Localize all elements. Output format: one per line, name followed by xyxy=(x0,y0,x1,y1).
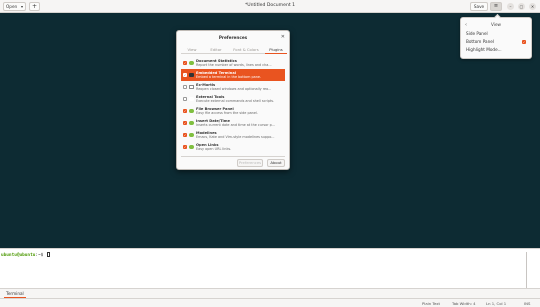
plugin-icon xyxy=(189,60,194,65)
header-bar: Open ▾ + *Untitled Document 1 Save ≡ – ▢… xyxy=(0,0,540,13)
dialog-footer: Preferences About xyxy=(181,156,285,167)
plugin-description: Embed a terminal in the bottom pane. xyxy=(196,75,262,79)
plugin-name: Document Statistics xyxy=(196,58,237,63)
checkbox-checked-icon[interactable]: ✓ xyxy=(522,39,526,44)
plugin-icon xyxy=(189,96,194,101)
language-selector[interactable]: Plain Text xyxy=(422,300,440,307)
plugin-row-ex-mortis[interactable]: Ex-Mortis Reopen closed windows and opti… xyxy=(181,81,285,93)
back-arrow-icon[interactable]: ‹ xyxy=(465,22,467,28)
status-bar: Plain Text Tab Width: 4 Ln 1, Col 1 INS xyxy=(0,298,540,307)
checkbox-checked-icon[interactable]: ✓ xyxy=(183,144,187,149)
plugin-row-embedded-terminal[interactable]: ✓ Embedded Terminal Embed a terminal in … xyxy=(181,69,285,81)
insert-mode-indicator: INS xyxy=(524,301,531,306)
close-icon[interactable]: ✕ xyxy=(281,34,285,40)
plugin-row-modelines[interactable]: ✓ Modelines Emacs, Kate and Vim-style mo… xyxy=(181,129,285,141)
plugin-row-file-browser-panel[interactable]: ✓ File Browser Panel Easy file access fr… xyxy=(181,105,285,117)
preferences-dialog: Preferences ✕ View Editor Font & Colors … xyxy=(176,30,290,170)
checkbox-checked-icon[interactable]: ✓ xyxy=(183,72,187,77)
window-icon xyxy=(189,84,194,89)
menu-item-bottom-panel[interactable]: Bottom Panel ✓ xyxy=(466,38,527,45)
checkbox-unchecked-icon[interactable] xyxy=(183,96,187,101)
plugin-description: Execute external commands and shell scri… xyxy=(196,99,275,103)
checkbox-checked-icon[interactable]: ✓ xyxy=(183,132,187,137)
checkbox-unchecked-icon[interactable] xyxy=(183,84,187,89)
terminal-icon xyxy=(189,72,194,77)
checkbox-checked-icon[interactable]: ✓ xyxy=(183,108,187,113)
plugin-preferences-button[interactable]: Preferences xyxy=(237,159,263,167)
tab-plugins[interactable]: Plugins xyxy=(265,45,287,54)
plugin-description: Easy open URL links. xyxy=(196,147,232,151)
view-popover-header: ‹ View xyxy=(461,22,531,28)
terminal-prompt: ubuntu@ubuntu:~$ xyxy=(1,252,50,258)
menu-item-label: Highlight Mode... xyxy=(466,47,502,52)
terminal-user-host: ubuntu@ubuntu xyxy=(1,253,36,258)
terminal-scrollbar[interactable] xyxy=(525,252,527,288)
minimize-icon[interactable]: – xyxy=(507,3,514,10)
view-popover-title: View xyxy=(491,22,501,27)
tab-font-colors[interactable]: Font & Colors xyxy=(229,45,263,54)
plugin-row-open-links[interactable]: ✓ Open Links Easy open URL links. xyxy=(181,141,285,153)
menu-item-highlight-mode[interactable]: Highlight Mode... xyxy=(466,46,527,53)
plugin-name: Embedded Terminal xyxy=(196,70,236,75)
menu-item-side-panel[interactable]: Side Panel xyxy=(466,30,527,37)
checkbox-checked-icon[interactable]: ✓ xyxy=(183,60,187,65)
plugin-name: External Tools xyxy=(196,94,225,99)
plugin-icon xyxy=(189,120,194,125)
menu-item-label: Side Panel xyxy=(466,31,488,36)
document-title: *Untitled Document 1 xyxy=(244,3,296,8)
tab-terminal[interactable]: Terminal xyxy=(4,289,26,298)
terminal-cursor xyxy=(46,252,50,257)
plugin-description: Inserts current date and time at the cur… xyxy=(196,123,276,127)
plugin-name: Ex-Mortis xyxy=(196,82,216,87)
about-button[interactable]: About xyxy=(267,159,285,167)
plugin-description: Report the number of words, lines and ch… xyxy=(196,63,272,67)
hamburger-menu-icon[interactable]: ≡ xyxy=(490,2,502,11)
plugin-name: Open Links xyxy=(196,142,219,147)
terminal-path: :~$ xyxy=(35,253,44,258)
save-button[interactable]: Save xyxy=(470,2,488,11)
plugin-description: Easy file access from the side panel. xyxy=(196,111,258,115)
plugin-name: Insert Date/Time xyxy=(196,118,230,123)
plugin-row-insert-date-time[interactable]: ✓ Insert Date/Time Inserts current date … xyxy=(181,117,285,129)
tab-view[interactable]: View xyxy=(181,45,203,54)
cursor-position[interactable]: Ln 1, Col 1 xyxy=(486,300,506,307)
plugin-description: Reopen closed windows and optionally reo… xyxy=(196,87,272,91)
preferences-tabs: View Editor Font & Colors Plugins xyxy=(181,45,287,54)
plugin-name: Modelines xyxy=(196,130,217,135)
bottom-panel-tabs: Terminal xyxy=(0,288,540,298)
plugin-icon xyxy=(189,132,194,137)
plugin-row-document-statistics[interactable]: ✓ Document Statistics Report the number … xyxy=(181,57,285,69)
plugin-name: File Browser Panel xyxy=(196,106,234,111)
plugin-icon xyxy=(189,108,194,113)
dialog-title: Preferences xyxy=(218,35,248,40)
close-icon[interactable]: ✕ xyxy=(529,3,536,10)
plugin-row-external-tools[interactable]: External Tools Execute external commands… xyxy=(181,93,285,105)
menu-item-label: Bottom Panel xyxy=(466,39,494,44)
tab-width-selector[interactable]: Tab Width: 4 xyxy=(452,300,476,307)
tab-editor[interactable]: Editor xyxy=(205,45,227,54)
maximize-icon[interactable]: ▢ xyxy=(518,3,525,10)
checkbox-checked-icon[interactable]: ✓ xyxy=(183,120,187,125)
plugin-description: Emacs, Kate and Vim-style modelines supp… xyxy=(196,135,275,139)
terminal-panel[interactable]: ubuntu@ubuntu:~$ xyxy=(0,248,540,288)
plugin-icon xyxy=(189,144,194,149)
view-popover-menu: ‹ View Side Panel Bottom Panel ✓ Highlig… xyxy=(460,13,532,59)
